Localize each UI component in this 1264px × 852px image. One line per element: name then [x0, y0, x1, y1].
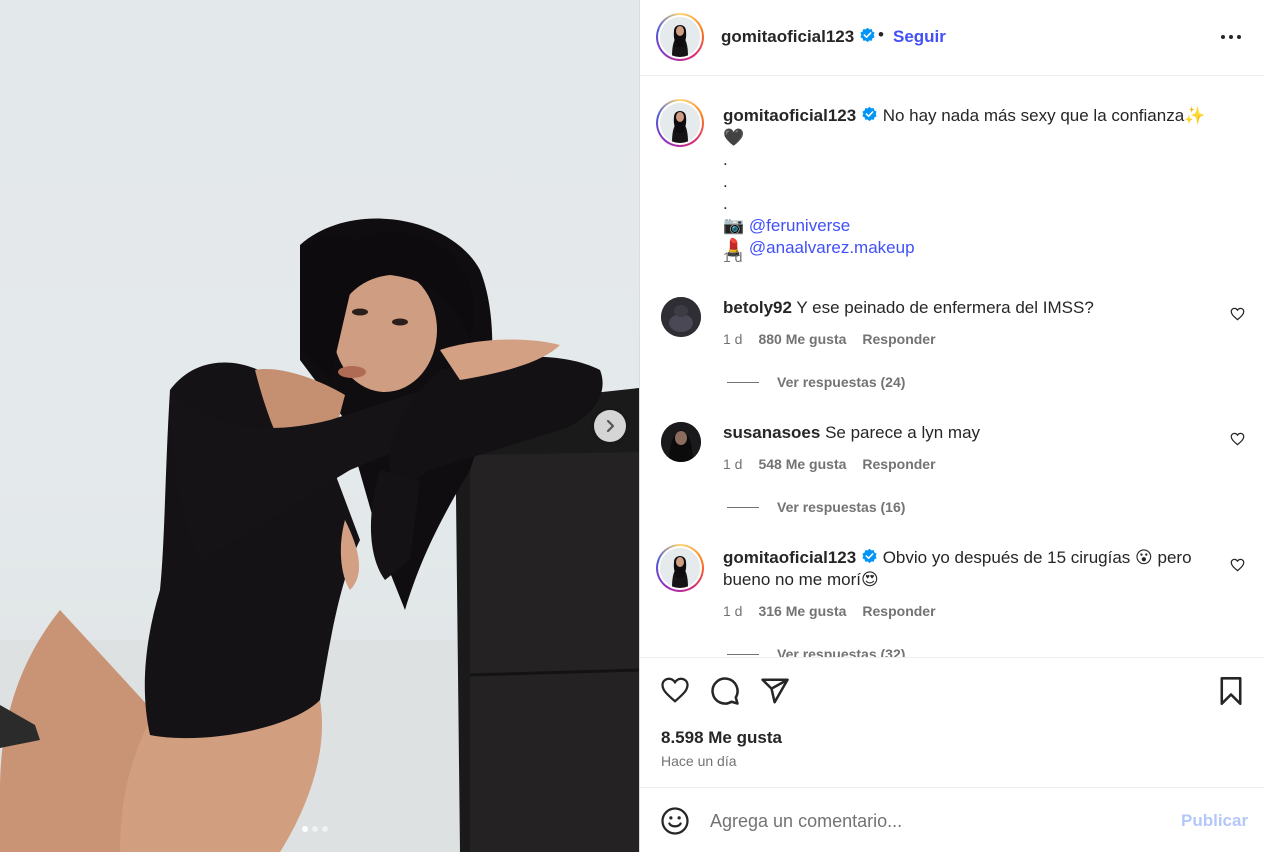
header-username[interactable]: gomitaoficial123: [721, 27, 876, 47]
sparkles-emoji: ✨: [1184, 106, 1206, 125]
comment-body: Y ese peinado de enfermera del IMSS?: [796, 298, 1094, 317]
heart-icon: [1230, 432, 1245, 446]
view-replies-label: Ver respuestas (32): [777, 646, 906, 657]
comment-time[interactable]: 1 d: [723, 603, 742, 619]
astonished-emoji: 😮: [1135, 548, 1153, 567]
share-button[interactable]: [760, 676, 790, 711]
heart-icon: [661, 677, 689, 703]
like-comment-button[interactable]: [1230, 558, 1245, 577]
separator: •: [878, 25, 884, 44]
avatar-image: [660, 103, 700, 143]
like-comment-button[interactable]: [1230, 307, 1245, 326]
carousel-dot: [302, 826, 308, 832]
carousel-dot: [322, 826, 328, 832]
post-photo: [0, 218, 639, 852]
heart-icon: [1230, 558, 1245, 572]
comment-button[interactable]: [710, 676, 740, 711]
header-username-text: gomitaoficial123: [721, 27, 855, 46]
view-replies-label: Ver respuestas (24): [777, 374, 906, 390]
comment-likes[interactable]: 548 Me gusta: [758, 456, 846, 472]
comment-likes[interactable]: 880 Me gusta: [758, 331, 846, 347]
publish-button[interactable]: Publicar: [1181, 811, 1248, 831]
more-options-button[interactable]: [1220, 28, 1242, 51]
comments-list[interactable]: gomitaoficial123 No hay nada más sexy qu…: [640, 77, 1264, 657]
view-replies-button[interactable]: Ver respuestas (16): [727, 499, 905, 515]
avatar-image: [660, 17, 700, 57]
caption-dot: .: [723, 172, 728, 191]
caption-username[interactable]: gomitaoficial123: [723, 106, 856, 125]
reply-button[interactable]: Responder: [862, 456, 935, 472]
heart-eyes-emoji: 😍: [860, 570, 879, 589]
like-comment-button[interactable]: [1230, 432, 1245, 451]
comment-likes[interactable]: 316 Me gusta: [758, 603, 846, 619]
chevron-right-icon: [606, 419, 615, 433]
comment-username[interactable]: betoly92: [723, 298, 792, 317]
avatar[interactable]: [661, 422, 701, 462]
comment-time[interactable]: 1 d: [723, 456, 742, 472]
avatar[interactable]: [656, 99, 704, 147]
caption-meta: 1 d: [723, 249, 742, 265]
view-replies-label: Ver respuestas (16): [777, 499, 906, 515]
replies-divider: [727, 381, 759, 383]
avatar-image: [660, 548, 700, 588]
mention-anaalvarez[interactable]: @anaalvarez.makeup: [749, 238, 915, 257]
comment-icon: [711, 677, 739, 705]
view-replies-button[interactable]: Ver respuestas (32): [727, 646, 905, 657]
post-actions: 8.598 Me gusta Hace un día: [640, 657, 1264, 787]
avatar[interactable]: [656, 544, 704, 592]
send-icon: [761, 678, 789, 704]
black-heart-emoji: 🖤: [723, 128, 745, 147]
comment-username[interactable]: susanasoes: [723, 423, 820, 442]
follow-button[interactable]: Seguir: [893, 27, 946, 47]
post-time[interactable]: Hace un día: [661, 753, 737, 769]
smiley-icon: [661, 807, 689, 835]
mention-feruniverse[interactable]: @feruniverse: [749, 216, 850, 235]
camera-emoji: 📷: [723, 216, 745, 235]
reply-button[interactable]: Responder: [862, 603, 935, 619]
caption-time[interactable]: 1 d: [723, 249, 742, 265]
caption-dot: .: [723, 194, 728, 213]
next-photo-button[interactable]: [594, 410, 626, 442]
heart-icon: [1230, 307, 1245, 321]
avatar-image: [661, 422, 701, 462]
comment-text: betoly92 Y ese peinado de enfermera del …: [723, 297, 1223, 319]
comment-composer: Publicar: [640, 787, 1264, 852]
post-header: gomitaoficial123 • Seguir: [640, 0, 1264, 76]
carousel-dot: [312, 826, 318, 832]
comment-body: Obvio yo después de 15 cirugías: [882, 548, 1131, 567]
post-side-panel: gomitaoficial123 • Seguir gomitaoficial1…: [639, 0, 1264, 852]
avatar[interactable]: [656, 13, 704, 61]
save-button[interactable]: [1217, 676, 1245, 711]
caption-text: gomitaoficial123 No hay nada más sexy qu…: [723, 105, 1223, 259]
comment-body: Se parece a lyn may: [825, 423, 981, 442]
verified-badge-icon: [862, 106, 877, 122]
emoji-picker-button[interactable]: [660, 806, 690, 841]
replies-divider: [727, 506, 759, 508]
comment-username[interactable]: gomitaoficial123: [723, 548, 856, 567]
comment-meta: 1 d 316 Me gusta Responder: [723, 603, 936, 619]
comment-time[interactable]: 1 d: [723, 331, 742, 347]
bookmark-icon: [1220, 677, 1242, 705]
replies-divider: [727, 653, 759, 655]
comment-text: susanasoes Se parece a lyn may: [723, 422, 1223, 444]
caption-dot: .: [723, 150, 728, 169]
caption-body: No hay nada más sexy que la confianza: [882, 106, 1185, 125]
comment-meta: 1 d 880 Me gusta Responder: [723, 331, 936, 347]
verified-badge-icon: [862, 548, 877, 564]
verified-badge-icon: [860, 27, 875, 43]
like-button[interactable]: [660, 676, 690, 709]
avatar-image: [661, 297, 701, 337]
avatar[interactable]: [661, 297, 701, 337]
comment-meta: 1 d 548 Me gusta Responder: [723, 456, 936, 472]
view-replies-button[interactable]: Ver respuestas (24): [727, 374, 905, 390]
likes-count[interactable]: 8.598 Me gusta: [661, 728, 782, 748]
reply-button[interactable]: Responder: [862, 331, 935, 347]
comment-text: gomitaoficial123 Obvio yo después de 15 …: [723, 547, 1223, 591]
more-horizontal-icon: [1221, 35, 1241, 39]
carousel-indicator: [302, 826, 328, 832]
comment-input[interactable]: [710, 806, 1150, 836]
post-media[interactable]: [0, 0, 639, 852]
